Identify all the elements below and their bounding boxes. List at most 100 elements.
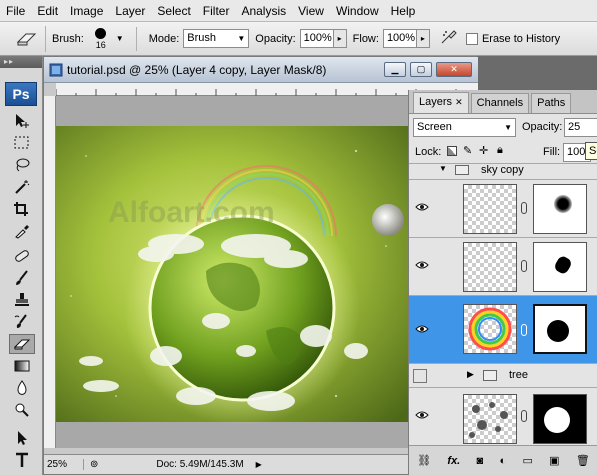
menu-select[interactable]: Select xyxy=(151,0,196,22)
tool-preset-picker[interactable] xyxy=(8,25,46,52)
moon xyxy=(372,204,404,236)
layers-panel: Layers ✕ Channels Paths Screen ▼ Opacity:… xyxy=(408,90,597,475)
status-menu-arrow[interactable]: ▶ xyxy=(256,460,262,469)
link-icon[interactable] xyxy=(521,202,527,214)
group-name: tree xyxy=(509,369,528,381)
layer-row-selected[interactable] xyxy=(409,296,597,364)
airbrush-icon[interactable] xyxy=(440,29,458,48)
lock-all-icon[interactable]: 🔒︎ xyxy=(497,144,503,157)
menu-image[interactable]: Image xyxy=(64,0,109,22)
layer-thumbnail[interactable] xyxy=(463,242,517,292)
link-icon[interactable] xyxy=(521,324,527,336)
new-layer-icon[interactable]: ▣ xyxy=(549,454,559,467)
magic-wand-tool[interactable] xyxy=(9,177,35,197)
fill-label: Fill: xyxy=(543,146,561,158)
eyedropper-tool[interactable] xyxy=(9,221,35,241)
path-selection-tool[interactable] xyxy=(9,428,35,448)
layer-group-tree[interactable]: ▶ tree xyxy=(409,364,597,388)
expand-arrow-icon[interactable]: ▶ xyxy=(467,369,474,380)
adjustment-layer-icon[interactable]: ◐ xyxy=(500,455,507,467)
zoom-level[interactable]: 25% xyxy=(44,459,84,470)
opacity-input[interactable]: 100% xyxy=(299,29,334,48)
brush-picker[interactable]: 16 xyxy=(88,25,114,53)
menu-layer[interactable]: Layer xyxy=(109,0,151,22)
maximize-button[interactable]: ▢ xyxy=(410,62,432,77)
tab-channels[interactable]: Channels xyxy=(470,93,530,113)
mask-thumbnail[interactable] xyxy=(533,184,587,234)
menu-edit[interactable]: Edit xyxy=(31,0,64,22)
minimize-button[interactable]: ▁ xyxy=(384,62,406,77)
gradient-tool[interactable] xyxy=(9,356,35,376)
layer-row[interactable] xyxy=(409,388,597,445)
opacity-slider-button[interactable]: ▸ xyxy=(333,29,347,48)
menu-file[interactable]: File xyxy=(0,0,31,22)
link-icon[interactable] xyxy=(521,260,527,272)
erase-to-history-checkbox[interactable] xyxy=(465,32,478,45)
lock-row: Lock: ✎ ✛ 🔒︎ Fill: 100 Se xyxy=(409,142,597,164)
blur-tool[interactable] xyxy=(9,378,35,398)
mode-select[interactable]: Brush ▼ xyxy=(183,29,250,48)
type-tool[interactable] xyxy=(9,450,35,470)
fx-icon[interactable]: fx. xyxy=(447,455,460,467)
layer-row[interactable] xyxy=(409,180,597,238)
expand-arrow-icon[interactable]: ▼ xyxy=(439,164,447,173)
flow-input[interactable]: 100% xyxy=(382,29,417,48)
mask-thumbnail[interactable] xyxy=(533,394,587,444)
marquee-tool[interactable] xyxy=(9,133,35,153)
brush-dropdown-arrow[interactable]: ▼ xyxy=(116,34,124,43)
layer-opacity-input[interactable]: 25 xyxy=(564,118,597,137)
lock-label: Lock: xyxy=(415,146,442,158)
brush-tool[interactable] xyxy=(9,268,35,288)
menu-analysis[interactable]: Analysis xyxy=(235,0,292,22)
lasso-tool[interactable] xyxy=(9,155,35,175)
eye-icon[interactable] xyxy=(415,410,429,420)
lock-transparency-icon[interactable] xyxy=(447,146,457,156)
clone-stamp-tool[interactable] xyxy=(9,290,35,310)
toolbox-grip[interactable]: ▸▸ xyxy=(0,56,42,68)
menu-filter[interactable]: Filter xyxy=(197,0,236,22)
brush-icon xyxy=(16,270,28,285)
layer-thumbnail[interactable] xyxy=(463,394,517,444)
mode-label: Mode: xyxy=(148,32,180,45)
add-mask-icon[interactable]: ◙ xyxy=(477,455,484,467)
dodge-tool[interactable] xyxy=(9,400,35,420)
healing-brush-tool[interactable] xyxy=(9,246,35,266)
layer-thumbnail[interactable] xyxy=(463,304,517,354)
folder-icon xyxy=(483,370,497,381)
lock-position-icon[interactable]: ✛ xyxy=(479,144,488,157)
eraser-tool[interactable] xyxy=(9,334,35,354)
status-options-icon[interactable]: ⊚ xyxy=(90,459,98,470)
close-button[interactable]: ✕ xyxy=(436,62,472,77)
tab-paths[interactable]: Paths xyxy=(531,93,572,113)
layer-group-sky-copy[interactable]: ▼ sky copy xyxy=(409,164,597,180)
link-icon[interactable] xyxy=(521,410,527,422)
new-group-icon[interactable]: ▭ xyxy=(522,454,532,467)
visibility-box[interactable] xyxy=(413,369,427,383)
lock-pixels-icon[interactable]: ✎ xyxy=(463,144,472,157)
menu-view[interactable]: View xyxy=(292,0,330,22)
dodge-icon xyxy=(15,403,29,417)
clouds-thumb-icon xyxy=(469,402,508,438)
eye-icon[interactable] xyxy=(415,202,429,212)
close-icon[interactable]: ✕ xyxy=(455,97,463,107)
crop-tool[interactable] xyxy=(9,199,35,219)
layer-thumbnail[interactable] xyxy=(463,184,517,234)
menu-window[interactable]: Window xyxy=(330,0,385,22)
mask-thumbnail[interactable] xyxy=(533,242,587,292)
mask-thumbnail[interactable] xyxy=(533,304,587,354)
tab-layers[interactable]: Layers ✕ xyxy=(413,92,469,113)
ps-logo[interactable]: Ps xyxy=(5,82,37,106)
blend-mode-select[interactable]: Screen ▼ xyxy=(413,118,516,137)
flow-slider-button[interactable]: ▸ xyxy=(416,29,430,48)
eye-icon[interactable] xyxy=(415,324,429,334)
document-title-bar[interactable]: tutorial.psd @ 25% (Layer 4 copy, Layer … xyxy=(44,57,478,83)
move-tool[interactable] xyxy=(9,111,35,131)
layer-row[interactable] xyxy=(409,238,597,296)
link-layers-icon[interactable]: ⛓ xyxy=(417,454,431,467)
vertical-ruler xyxy=(44,96,56,448)
history-brush-tool[interactable] xyxy=(9,312,35,332)
trash-icon[interactable]: 🗑︎ xyxy=(576,454,590,467)
eye-icon[interactable] xyxy=(415,260,429,270)
menu-help[interactable]: Help xyxy=(385,0,422,22)
menu-bar: File Edit Image Layer Select Filter Anal… xyxy=(0,0,597,22)
